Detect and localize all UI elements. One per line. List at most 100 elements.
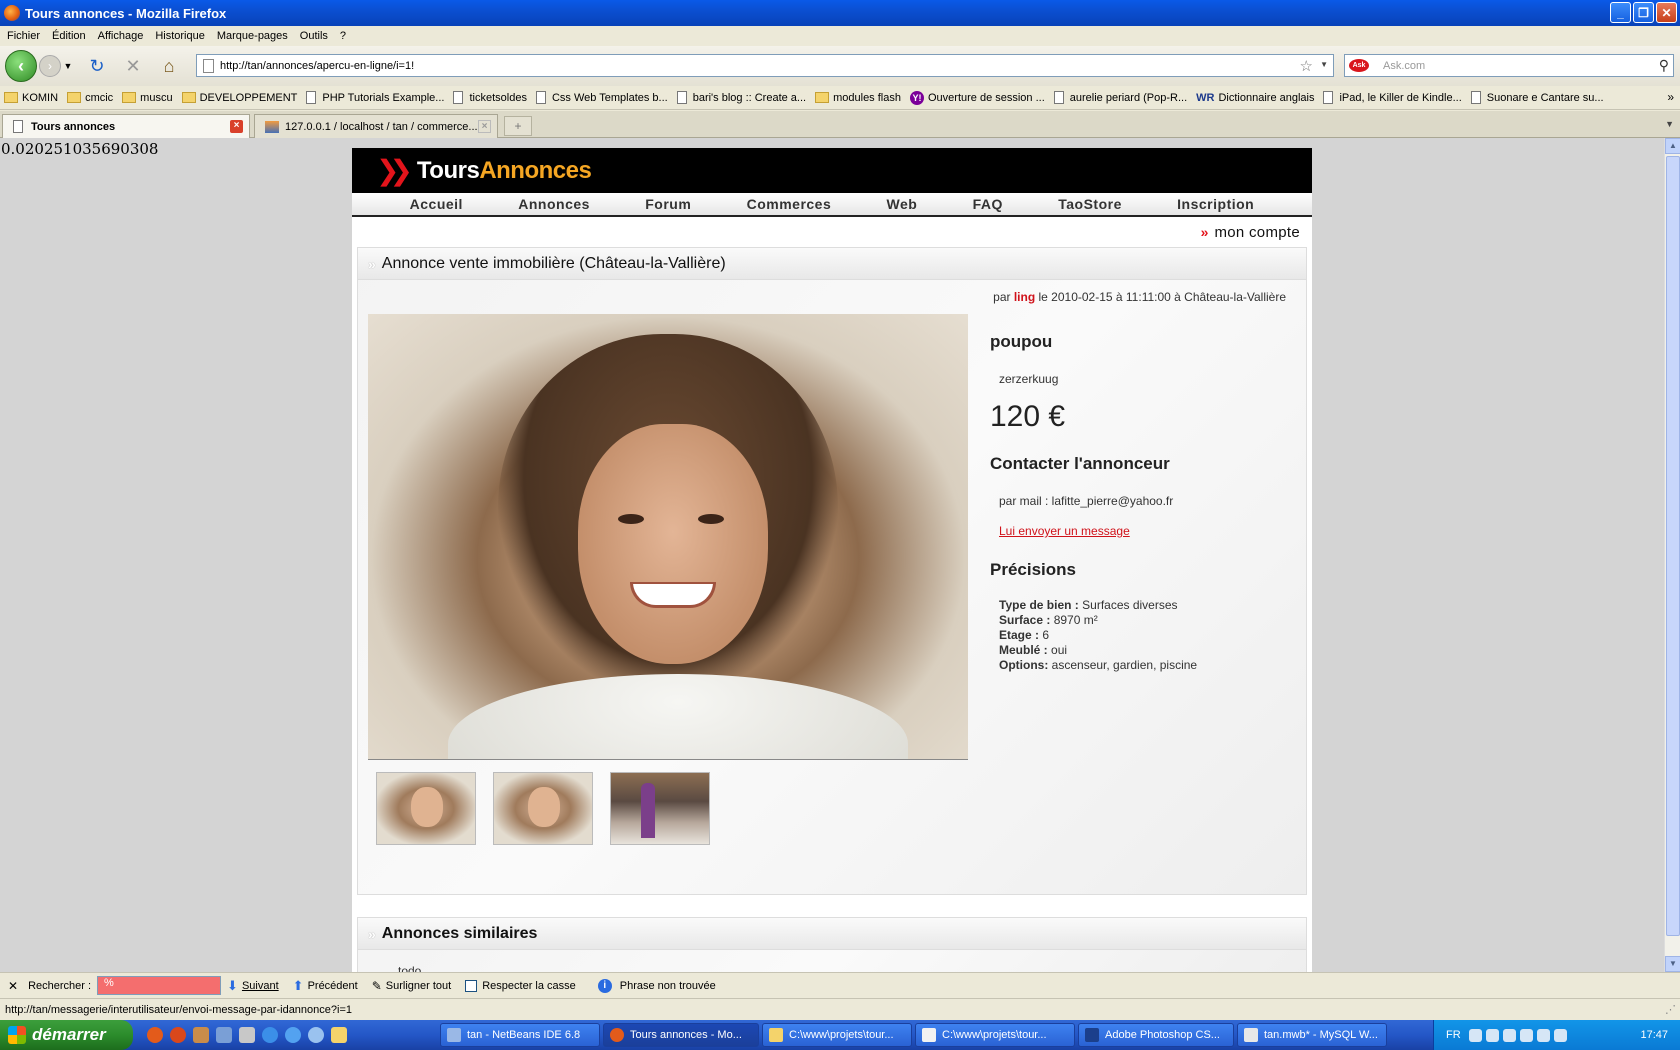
scroll-up-icon[interactable]: ▲ xyxy=(1665,138,1680,154)
tab-phpmyadmin[interactable]: 127.0.0.1 / localhost / tan / commerce..… xyxy=(254,114,498,138)
taskbar-item-firefox[interactable]: Tours annonces - Mo... xyxy=(603,1023,759,1047)
bookmark-item[interactable]: DEVELOPPEMENT xyxy=(181,92,297,104)
find-next-button[interactable]: ⬇ Suivant xyxy=(227,978,279,994)
close-button[interactable]: ✕ xyxy=(1656,2,1677,23)
menu-edition[interactable]: Édition xyxy=(52,30,86,42)
find-previous-button[interactable]: ⬆ Précédent xyxy=(293,978,358,994)
close-tab-icon[interactable]: × xyxy=(478,120,491,133)
language-indicator[interactable]: FR xyxy=(1446,1029,1461,1041)
tray-expand-icon[interactable] xyxy=(1468,1028,1482,1042)
clock[interactable]: 17:47 xyxy=(1640,1029,1668,1041)
thumbnail[interactable] xyxy=(493,772,593,845)
taskbar-item-mysql[interactable]: tan.mwb* - MySQL W... xyxy=(1237,1023,1387,1047)
network-icon[interactable] xyxy=(216,1027,232,1043)
bookmark-star-icon[interactable]: ☆ xyxy=(1300,57,1313,75)
nav-taostore[interactable]: TaoStore xyxy=(1058,196,1122,212)
back-button[interactable]: ‹ xyxy=(5,50,37,82)
match-case-checkbox[interactable]: Respecter la casse xyxy=(465,979,576,992)
scroll-down-icon[interactable]: ▼ xyxy=(1665,956,1680,972)
bookmark-item[interactable]: bari's blog :: Create a... xyxy=(676,91,806,104)
security-icon[interactable] xyxy=(1519,1028,1533,1042)
menu-historique[interactable]: Historique xyxy=(155,30,205,42)
folder-icon[interactable] xyxy=(331,1027,347,1043)
network-icon[interactable] xyxy=(1485,1028,1499,1042)
send-message-link[interactable]: Lui envoyer un message xyxy=(999,524,1290,538)
find-status: Phrase non trouvée xyxy=(619,979,716,992)
bookmark-item[interactable]: modules flash xyxy=(815,92,901,104)
find-input[interactable]: % xyxy=(97,976,222,995)
bookmark-item[interactable]: WR Dictionnaire anglais xyxy=(1196,92,1314,104)
firefox-icon[interactable] xyxy=(170,1027,186,1043)
new-tab-button[interactable]: + xyxy=(504,116,532,136)
nav-annonces[interactable]: Annonces xyxy=(518,196,590,212)
thumbnail[interactable] xyxy=(376,772,476,845)
ask-search-engine-icon[interactable]: Ask xyxy=(1349,59,1369,72)
url-bar[interactable]: http://tan/annonces/apercu-en-ligne/i=1!… xyxy=(196,54,1334,77)
taskbar-item-explorer[interactable]: C:\www\projets\tour... xyxy=(762,1023,912,1047)
globe-icon[interactable] xyxy=(308,1027,324,1043)
nav-web[interactable]: Web xyxy=(887,196,918,212)
search-input[interactable]: Ask.com xyxy=(1383,60,1425,72)
close-findbar-icon[interactable]: ✕ xyxy=(8,979,18,993)
calendar-icon[interactable] xyxy=(239,1027,255,1043)
firefox-icon[interactable] xyxy=(147,1027,163,1043)
nav-commerces[interactable]: Commerces xyxy=(747,196,832,212)
internet-explorer-icon[interactable] xyxy=(285,1027,301,1043)
menu-outils[interactable]: Outils xyxy=(300,30,328,42)
menu-affichage[interactable]: Affichage xyxy=(98,30,144,42)
search-icon[interactable]: ⚲ xyxy=(1659,57,1669,74)
bookmark-item[interactable]: ticketsoldes xyxy=(453,91,527,104)
user-icon[interactable] xyxy=(193,1027,209,1043)
taskbar-item-netbeans[interactable]: tan - NetBeans IDE 6.8 xyxy=(440,1023,600,1047)
bookmark-item[interactable]: cmcic xyxy=(67,92,113,104)
bookmark-item[interactable]: Suonare e Cantare su... xyxy=(1470,91,1604,104)
bookmark-item[interactable]: aurelie periard (Pop-R... xyxy=(1053,91,1187,104)
volume-icon[interactable] xyxy=(1502,1028,1516,1042)
internet-explorer-icon[interactable] xyxy=(262,1027,278,1043)
nav-inscription[interactable]: Inscription xyxy=(1177,196,1254,212)
app-tray-icon[interactable] xyxy=(1553,1028,1567,1042)
site-navigation: Accueil Annonces Forum Commerces Web FAQ… xyxy=(352,193,1312,217)
page-icon xyxy=(13,120,23,133)
bookmark-item[interactable]: PHP Tutorials Example... xyxy=(306,91,444,104)
bookmark-item[interactable]: muscu xyxy=(122,92,173,104)
resize-grip-icon[interactable]: ⋰ xyxy=(1665,1003,1676,1016)
start-button[interactable]: démarrer xyxy=(0,1020,133,1050)
nav-faq[interactable]: FAQ xyxy=(973,196,1003,212)
menu-fichier[interactable]: Fichier xyxy=(7,30,40,42)
menu-help[interactable]: ? xyxy=(340,30,346,42)
maximize-button[interactable]: ❐ xyxy=(1633,2,1654,23)
tab-list-dropdown-icon[interactable]: ▼ xyxy=(1665,119,1674,129)
bookmark-item[interactable]: iPad, le Killer de Kindle... xyxy=(1323,91,1462,104)
page-icon xyxy=(535,91,546,104)
history-dropdown-icon[interactable]: ▼ xyxy=(63,54,73,78)
bookmark-item[interactable]: Css Web Templates b... xyxy=(535,91,668,104)
author-link[interactable]: ling xyxy=(1014,290,1035,304)
taskbar-item-editor[interactable]: C:\www\projets\tour... xyxy=(915,1023,1075,1047)
highlight-all-button[interactable]: ✎ Surligner tout xyxy=(372,979,452,993)
search-bar[interactable]: Ask Ask.com ⚲ xyxy=(1344,54,1674,77)
bookmark-item[interactable]: Y! Ouverture de session ... xyxy=(909,90,1045,105)
reload-icon[interactable]: ↻ xyxy=(85,54,109,78)
bookmark-item[interactable]: KOMIN xyxy=(4,92,58,104)
tab-tours-annonces[interactable]: Tours annonces × xyxy=(2,114,250,138)
forward-button[interactable]: › xyxy=(39,55,61,77)
nav-forum[interactable]: Forum xyxy=(645,196,691,212)
url-dropdown-icon[interactable]: ▼ xyxy=(1320,60,1328,69)
menu-marque-pages[interactable]: Marque-pages xyxy=(217,30,288,42)
thumbnail[interactable] xyxy=(610,772,710,845)
vertical-scrollbar[interactable]: ▲ ▼ xyxy=(1664,138,1680,972)
scrollbar-thumb[interactable] xyxy=(1666,156,1680,936)
taskbar-item-photoshop[interactable]: Adobe Photoshop CS... xyxy=(1078,1023,1234,1047)
nav-accueil[interactable]: Accueil xyxy=(410,196,463,212)
window-controls: _ ❐ ✕ xyxy=(1610,2,1677,23)
url-text[interactable]: http://tan/annonces/apercu-en-ligne/i=1! xyxy=(220,60,414,72)
home-icon[interactable]: ⌂ xyxy=(157,54,181,78)
account-link[interactable]: mon compte xyxy=(1214,224,1300,241)
chevron-more-icon[interactable]: » xyxy=(1667,90,1674,104)
site-logo[interactable]: ToursAnnonces xyxy=(417,157,592,185)
stop-icon[interactable]: ✕ xyxy=(121,54,145,78)
minimize-button[interactable]: _ xyxy=(1610,2,1631,23)
update-icon[interactable] xyxy=(1536,1028,1550,1042)
close-tab-icon[interactable]: × xyxy=(230,120,243,133)
